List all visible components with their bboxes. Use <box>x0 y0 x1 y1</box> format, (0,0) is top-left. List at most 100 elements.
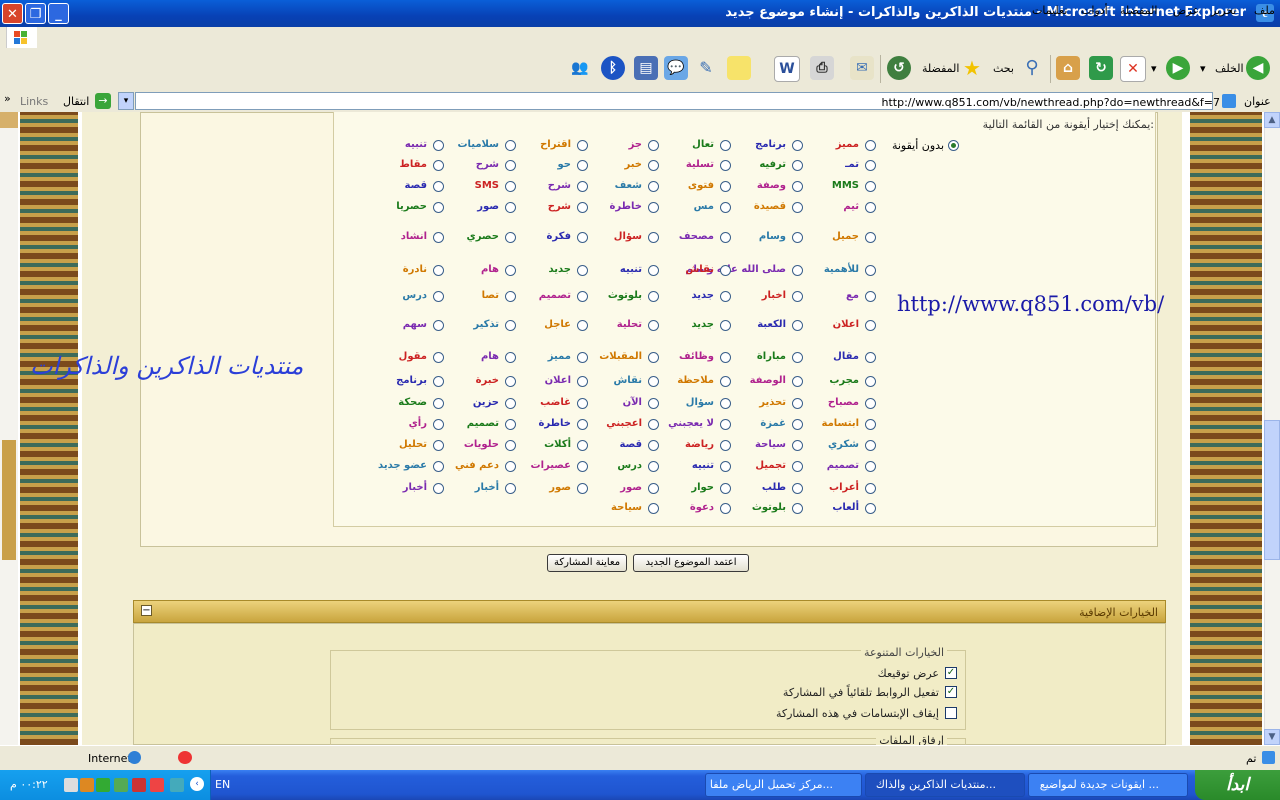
post-icon-radio[interactable] <box>865 398 876 409</box>
post-icon-radio[interactable] <box>577 352 588 363</box>
post-icon-radio[interactable] <box>577 265 588 276</box>
minimize-button[interactable]: _ <box>48 3 69 24</box>
post-icon-radio[interactable] <box>505 376 516 387</box>
menu-tools[interactable]: أدوات <box>1081 4 1108 17</box>
bluetooth-icon[interactable]: ᛒ <box>601 56 625 80</box>
search-icon[interactable]: ⚲ <box>1020 56 1044 80</box>
post-icon-radio[interactable] <box>577 202 588 213</box>
auto-parse-links-checkbox[interactable]: ✓ <box>945 686 957 698</box>
close-button[interactable]: ✕ <box>2 3 23 24</box>
word-edit-icon[interactable]: W <box>774 56 800 82</box>
post-icon-radio[interactable] <box>720 398 731 409</box>
post-icon-radio[interactable] <box>505 160 516 171</box>
post-icon-radio[interactable] <box>577 376 588 387</box>
scroll-thumb[interactable] <box>1264 420 1280 560</box>
post-icon-radio[interactable] <box>577 419 588 430</box>
post-icon-radio[interactable] <box>505 181 516 192</box>
post-icon-radio[interactable] <box>792 291 803 302</box>
radio-no-icon[interactable] <box>948 140 959 151</box>
print-icon[interactable]: ⎙ <box>810 56 834 80</box>
chevron-icon[interactable]: » <box>4 92 11 105</box>
post-icon-radio[interactable] <box>505 291 516 302</box>
post-icon-radio[interactable] <box>648 461 659 472</box>
scroll-down-icon[interactable]: ▼ <box>1264 729 1280 745</box>
menu-view[interactable]: عرض <box>1173 4 1199 17</box>
tray-icon[interactable] <box>64 778 78 792</box>
post-icon-radio[interactable] <box>792 398 803 409</box>
post-icon-radio[interactable] <box>720 140 731 151</box>
clock[interactable]: ٠٠:٢٢ م <box>10 778 48 791</box>
post-icon-radio[interactable] <box>792 352 803 363</box>
tray-icon[interactable] <box>132 778 146 792</box>
history-icon[interactable]: ↺ <box>887 56 911 80</box>
post-icon-radio[interactable] <box>865 376 876 387</box>
show-signature-checkbox[interactable]: ✓ <box>945 667 957 679</box>
post-icon-radio[interactable] <box>577 483 588 494</box>
post-icon-radio[interactable] <box>865 202 876 213</box>
task-item[interactable]: مركز تحميل الرياض ملفا... <box>705 773 862 797</box>
post-icon-radio[interactable] <box>433 232 444 243</box>
go-icon[interactable]: → <box>95 93 111 109</box>
post-icon-radio[interactable] <box>433 440 444 451</box>
post-icon-radio[interactable] <box>792 483 803 494</box>
post-icon-radio[interactable] <box>648 265 659 276</box>
language-indicator[interactable]: EN <box>215 778 230 791</box>
links-label[interactable]: Links <box>20 95 48 108</box>
post-icon-radio[interactable] <box>433 265 444 276</box>
post-icon-radio[interactable] <box>720 483 731 494</box>
post-icon-radio[interactable] <box>505 483 516 494</box>
post-icon-radio[interactable] <box>865 503 876 514</box>
post-icon-radio[interactable] <box>720 440 731 451</box>
post-icon-radio[interactable] <box>792 202 803 213</box>
post-icon-radio[interactable] <box>648 181 659 192</box>
post-icon-radio[interactable] <box>648 398 659 409</box>
forward-icon[interactable]: ▶ <box>1166 56 1190 80</box>
tray-icon[interactable] <box>80 778 94 792</box>
post-icon-radio[interactable] <box>865 181 876 192</box>
back-label[interactable]: الخلف <box>1215 62 1244 75</box>
post-icon-radio[interactable] <box>433 483 444 494</box>
menu-file[interactable]: ملف <box>1254 4 1275 17</box>
post-icon-radio[interactable] <box>865 160 876 171</box>
post-icon-radio[interactable] <box>648 140 659 151</box>
tray-icon[interactable] <box>150 778 164 792</box>
post-icon-radio[interactable] <box>792 320 803 331</box>
post-icon-radio[interactable] <box>648 320 659 331</box>
research-icon[interactable]: ▤ <box>634 56 658 80</box>
address-url[interactable]: http://www.q851.com/vb/newthread.php?do=… <box>882 96 1221 109</box>
back-icon[interactable]: ◀ <box>1246 56 1270 80</box>
post-icon-radio[interactable] <box>720 202 731 213</box>
task-item-active[interactable]: منتديات الذاكرين والذاك... <box>865 773 1025 797</box>
post-icon-radio[interactable] <box>865 440 876 451</box>
post-icon-radio[interactable] <box>577 320 588 331</box>
post-icon-radio[interactable] <box>792 461 803 472</box>
post-icon-radio[interactable] <box>865 291 876 302</box>
post-icon-radio[interactable] <box>865 483 876 494</box>
post-icon-radio[interactable] <box>577 181 588 192</box>
post-icon-radio[interactable] <box>433 376 444 387</box>
post-icon-radio[interactable] <box>433 202 444 213</box>
search-label[interactable]: بحث <box>993 62 1014 75</box>
post-icon-radio[interactable] <box>648 352 659 363</box>
collapse-icon[interactable]: − <box>141 605 152 616</box>
post-icon-radio[interactable] <box>505 398 516 409</box>
post-icon-radio[interactable] <box>433 320 444 331</box>
post-icon-radio[interactable] <box>505 352 516 363</box>
tray-icon[interactable] <box>96 778 110 792</box>
post-icon-radio[interactable] <box>648 202 659 213</box>
restore-button[interactable]: ❐ <box>25 3 46 24</box>
post-icon-radio[interactable] <box>792 140 803 151</box>
post-icon-radio[interactable] <box>865 352 876 363</box>
post-icon-radio[interactable] <box>433 160 444 171</box>
post-icon-radio[interactable] <box>505 419 516 430</box>
post-icon-radio[interactable] <box>865 232 876 243</box>
post-icon-radio[interactable] <box>720 291 731 302</box>
post-icon-radio[interactable] <box>648 291 659 302</box>
post-icon-radio[interactable] <box>648 419 659 430</box>
post-icon-radio[interactable] <box>648 232 659 243</box>
scroll-up-icon[interactable]: ▲ <box>1264 112 1280 128</box>
post-icon-radio[interactable] <box>648 440 659 451</box>
tray-expand-icon[interactable]: ‹ <box>190 777 204 791</box>
post-icon-radio[interactable] <box>577 440 588 451</box>
post-icon-radio[interactable] <box>648 160 659 171</box>
